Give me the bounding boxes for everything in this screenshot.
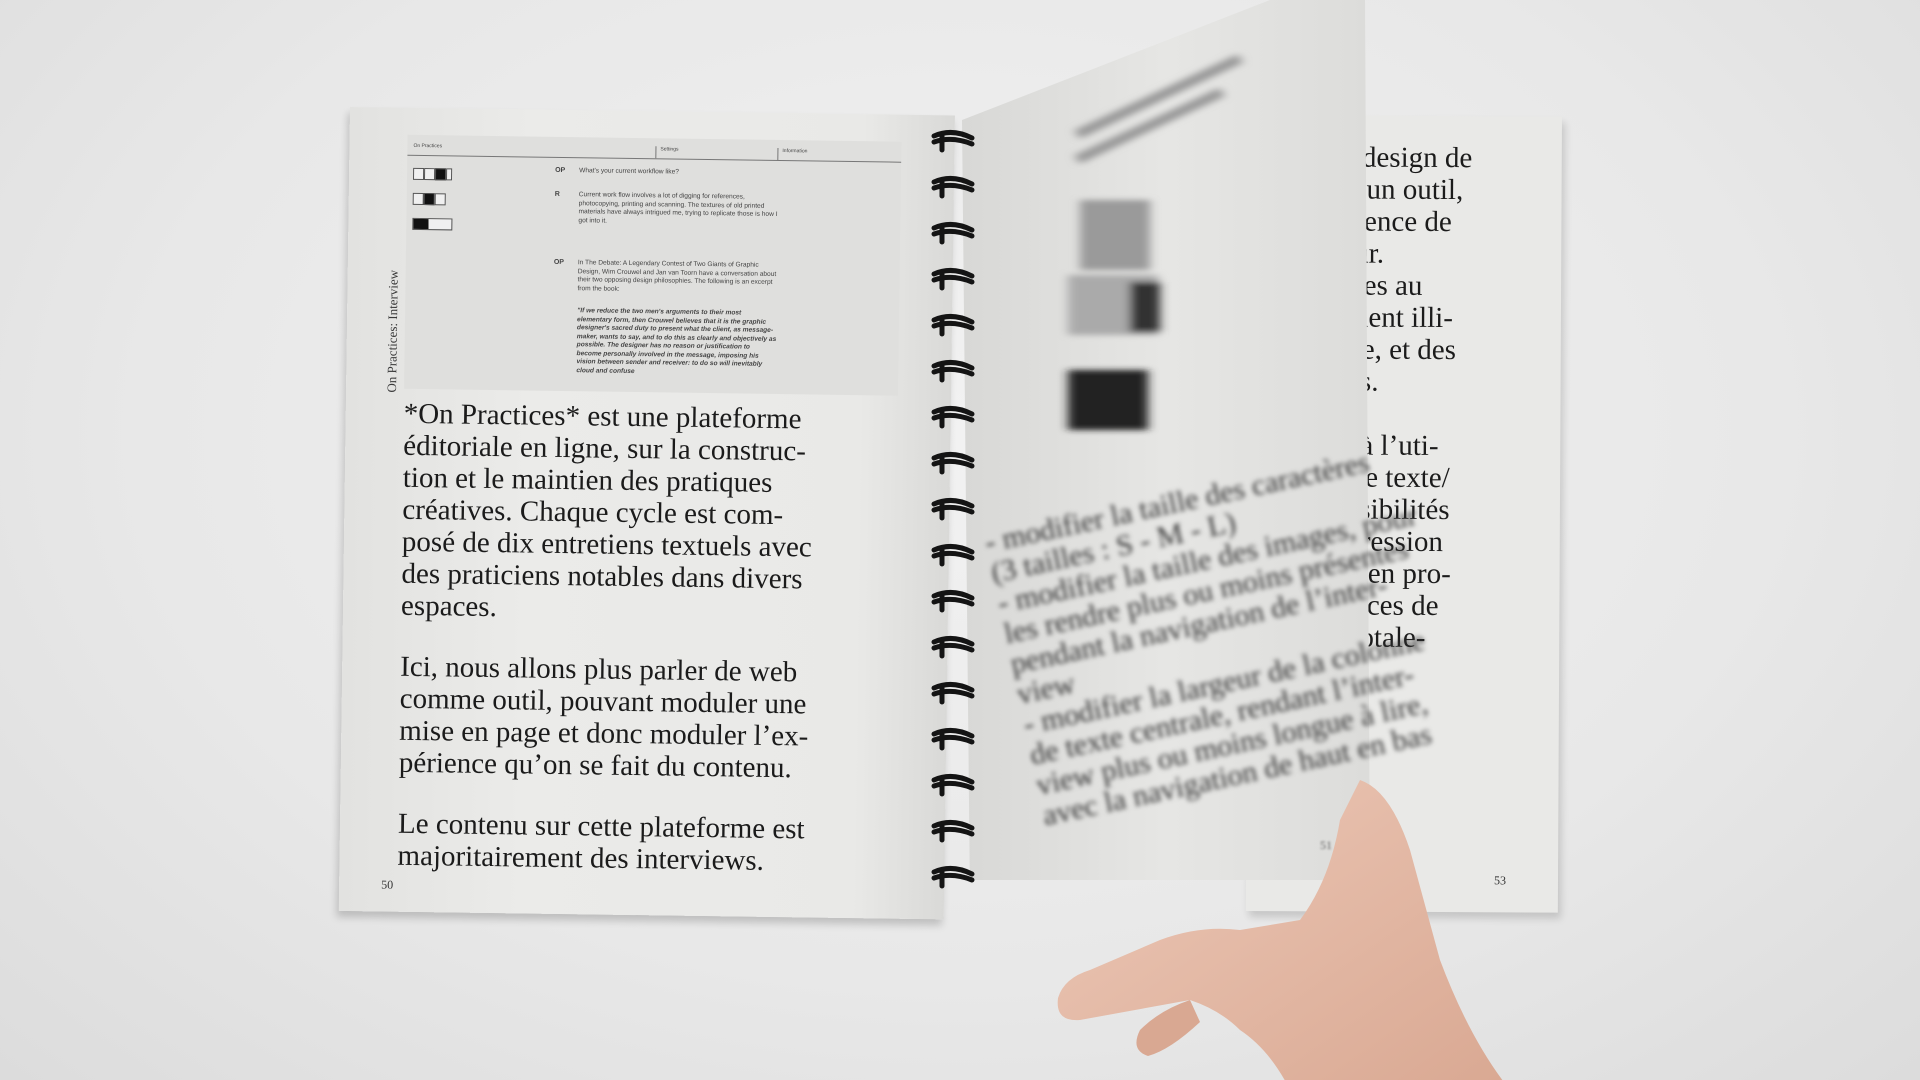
image-size-control (412, 190, 453, 206)
entry-2-text: Current work flow involves a lot of digg… (578, 191, 778, 225)
image-option-small (412, 192, 424, 206)
column-width-slider (412, 217, 453, 231)
screenshot-header: On Practices Settings Information (407, 142, 902, 163)
column-width-control (412, 215, 453, 231)
image-option-large (434, 193, 446, 206)
hand (1057, 780, 1503, 1080)
size-option-large (434, 168, 447, 181)
quote-text: "If we reduce the two men's arguments to… (576, 307, 777, 375)
screenshot-tab-on-practices: On Practices (413, 142, 443, 150)
paragraph-web-tool: Ici, nous allons plus parler de web comm… (398, 650, 809, 785)
size-option-end (445, 168, 453, 181)
left-page: On Practices: Interview On Practices Set… (338, 107, 955, 920)
section-label: On Practices: Interview (384, 269, 401, 393)
speaker-2: R (554, 190, 560, 198)
size-option-small (412, 167, 425, 181)
left-page-number: 50 (381, 877, 394, 892)
screenshot-tab-settings: Settings (655, 146, 679, 159)
paragraph-intro: *On Practices* est une plateforme éditor… (400, 397, 813, 624)
entry-1-text: What's your current workflow like? (579, 167, 680, 176)
interview-screenshot: On Practices Settings Information OP Wha… (404, 134, 902, 396)
paragraph-interviews: Le contenu sur cette plateforme est majo… (397, 807, 805, 877)
size-option-medium (423, 168, 436, 181)
entry-3-text: In The Debate: A Legendary Contest of Tw… (577, 259, 777, 293)
photo-scene: le design de ce un outil, érience de teu… (0, 0, 1920, 1080)
image-option-medium (423, 193, 435, 206)
text-size-control (412, 165, 453, 181)
speaker-3: OP (553, 258, 565, 267)
speaker-1: OP (555, 166, 566, 175)
spiral-binding (931, 130, 975, 889)
screenshot-tab-information: Information (777, 147, 808, 161)
